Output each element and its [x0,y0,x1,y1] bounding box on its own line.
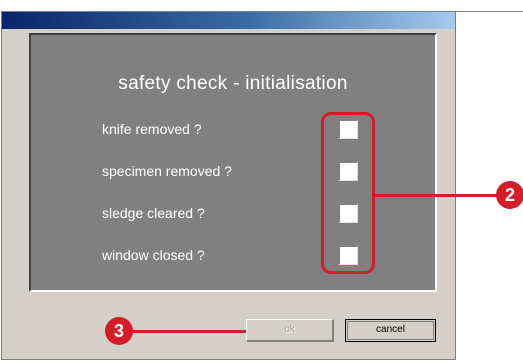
ok-button[interactable]: ok [246,319,334,342]
frame-divider-line [456,11,523,12]
cancel-button[interactable]: cancel [345,319,436,342]
panel-title: safety check - initialisation [118,73,348,94]
callout-2-leader-line [374,194,498,197]
check-label-window: window closed ? [102,247,205,263]
dialog-title-bar[interactable] [2,12,455,29]
check-label-specimen: specimen removed ? [102,163,232,179]
checkbox-highlight-frame [321,112,375,274]
callout-3-leader-line [124,330,246,333]
check-label-sledge: sledge cleared ? [102,205,205,221]
callout-badge-2: 2 [496,181,523,209]
check-label-knife: knife removed ? [102,121,202,137]
callout-badge-3: 3 [105,317,133,345]
safety-check-panel: safety check - initialisation [29,33,437,292]
